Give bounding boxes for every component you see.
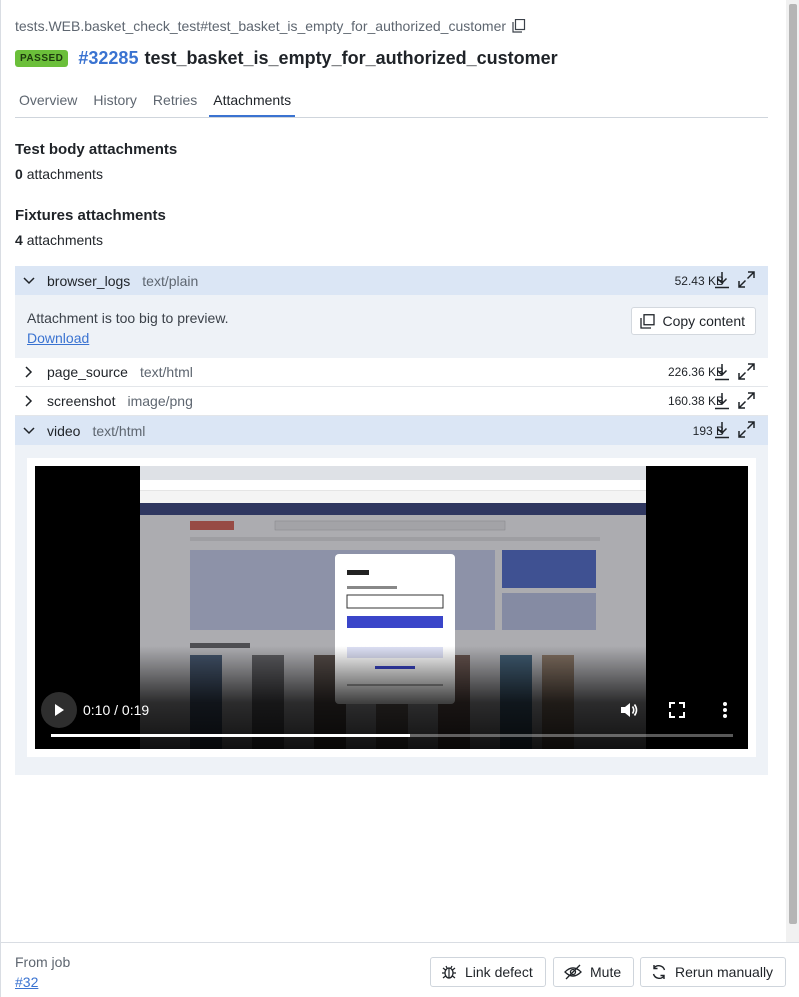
test-path-text: tests.WEB.basket_check_test#test_basket_… xyxy=(15,18,507,34)
attachment-row-screenshot[interactable]: screenshot image/png 160.38 KB xyxy=(15,387,768,416)
attachment-row-browser-logs[interactable]: browser_logs text/plain 52.43 KB xyxy=(15,266,768,295)
fullscreen-icon[interactable] xyxy=(667,700,687,720)
download-icon[interactable] xyxy=(714,392,732,410)
tab-attachments[interactable]: Attachments xyxy=(209,86,296,117)
chevron-right-icon[interactable] xyxy=(15,358,43,387)
attachment-name: screenshot xyxy=(47,393,116,409)
video-frame-tabbar xyxy=(140,466,646,480)
attachment-row-video[interactable]: video text/html 193 B xyxy=(15,416,768,445)
scrollbar[interactable] xyxy=(786,0,799,942)
attachment-type: image/png xyxy=(127,393,193,409)
test-body-title: Test body attachments xyxy=(15,141,178,158)
mute-button[interactable]: Mute xyxy=(553,957,635,987)
copy-content-label: Copy content xyxy=(662,313,746,329)
preview-message: Attachment is too big to preview. xyxy=(27,310,229,326)
chevron-down-icon[interactable] xyxy=(15,266,43,295)
attachment-name: page_source xyxy=(47,364,128,380)
mute-label: Mute xyxy=(590,964,622,980)
more-options-icon[interactable] xyxy=(715,700,735,720)
attachment-type: text/plain xyxy=(142,272,199,289)
page-title: test_basket_is_empty_for_authorized_cust… xyxy=(144,48,558,68)
job-link[interactable]: #32 xyxy=(15,974,38,990)
video-player[interactable]: 0:10 / 0:19 xyxy=(35,466,748,749)
link-defect-label: Link defect xyxy=(465,964,533,980)
video-frame-infobar xyxy=(140,491,646,503)
video-progress-fill xyxy=(51,734,410,737)
tab-overview[interactable]: Overview xyxy=(15,86,81,117)
from-job-label: From job xyxy=(15,954,71,970)
tab-history[interactable]: History xyxy=(89,86,141,117)
attachment-name: browser_logs xyxy=(47,272,131,289)
download-link[interactable]: Download xyxy=(27,330,89,346)
volume-icon[interactable] xyxy=(619,700,639,720)
scroll-content: tests.WEB.basket_check_test#test_basket_… xyxy=(1,0,786,942)
attachment-name: video xyxy=(47,422,81,439)
video-preview: 0:10 / 0:19 xyxy=(27,458,756,757)
attachments-list: browser_logs text/plain 52.43 KB Attachm… xyxy=(15,266,768,775)
chevron-right-icon[interactable] xyxy=(15,387,43,416)
download-icon[interactable] xyxy=(714,363,732,381)
video-time: 0:10 / 0:19 xyxy=(83,702,150,718)
copy-icon xyxy=(639,313,655,329)
eye-off-icon xyxy=(564,964,582,980)
test-body-count-label: attachments xyxy=(26,166,103,182)
refresh-icon xyxy=(652,964,666,980)
attachment-type: text/html xyxy=(139,364,193,380)
fixtures-count: 4 attachments xyxy=(15,232,103,248)
attachment-row-page-source[interactable]: page_source text/html 226.36 KB xyxy=(15,358,768,387)
link-defect-button[interactable]: Link defect xyxy=(430,957,546,987)
expand-icon[interactable] xyxy=(738,421,756,439)
fixtures-title: Fixtures attachments xyxy=(15,207,166,224)
fixtures-count-label: attachments xyxy=(26,232,103,248)
bug-icon xyxy=(442,965,456,979)
footer-bar: From job #32 Link defect Mute Rerun manu… xyxy=(1,942,799,997)
test-title-row: PASSED #32285 test_basket_is_empty_for_a… xyxy=(15,48,558,69)
expand-icon[interactable] xyxy=(738,392,756,410)
expand-icon[interactable] xyxy=(738,271,756,289)
test-result-panel: tests.WEB.basket_check_test#test_basket_… xyxy=(0,0,799,997)
download-icon[interactable] xyxy=(714,421,732,439)
tab-retries[interactable]: Retries xyxy=(149,86,201,117)
tab-bar: Overview History Retries Attachments xyxy=(15,86,768,118)
expand-icon[interactable] xyxy=(738,363,756,381)
chevron-down-icon[interactable] xyxy=(15,416,43,445)
fixtures-count-number: 4 xyxy=(15,232,23,248)
download-icon[interactable] xyxy=(714,271,732,289)
test-body-count-number: 0 xyxy=(15,166,23,182)
status-badge: PASSED xyxy=(15,50,69,67)
attachment-type: text/html xyxy=(92,422,146,439)
copy-content-button[interactable]: Copy content xyxy=(630,307,756,335)
rerun-manually-label: Rerun manually xyxy=(675,964,774,980)
scrollbar-thumb[interactable] xyxy=(789,4,797,924)
test-id: #32285 xyxy=(78,48,139,68)
play-button[interactable] xyxy=(41,692,77,728)
test-body-count: 0 attachments xyxy=(15,166,103,182)
attachment-preview: Attachment is too big to preview. Downlo… xyxy=(15,295,768,358)
rerun-manually-button[interactable]: Rerun manually xyxy=(640,957,787,987)
video-progress-bar[interactable] xyxy=(51,734,733,737)
copy-icon[interactable] xyxy=(512,18,526,33)
test-full-path: tests.WEB.basket_check_test#test_basket_… xyxy=(15,18,526,34)
video-frame-urlbar xyxy=(140,480,646,491)
play-icon xyxy=(55,704,64,716)
